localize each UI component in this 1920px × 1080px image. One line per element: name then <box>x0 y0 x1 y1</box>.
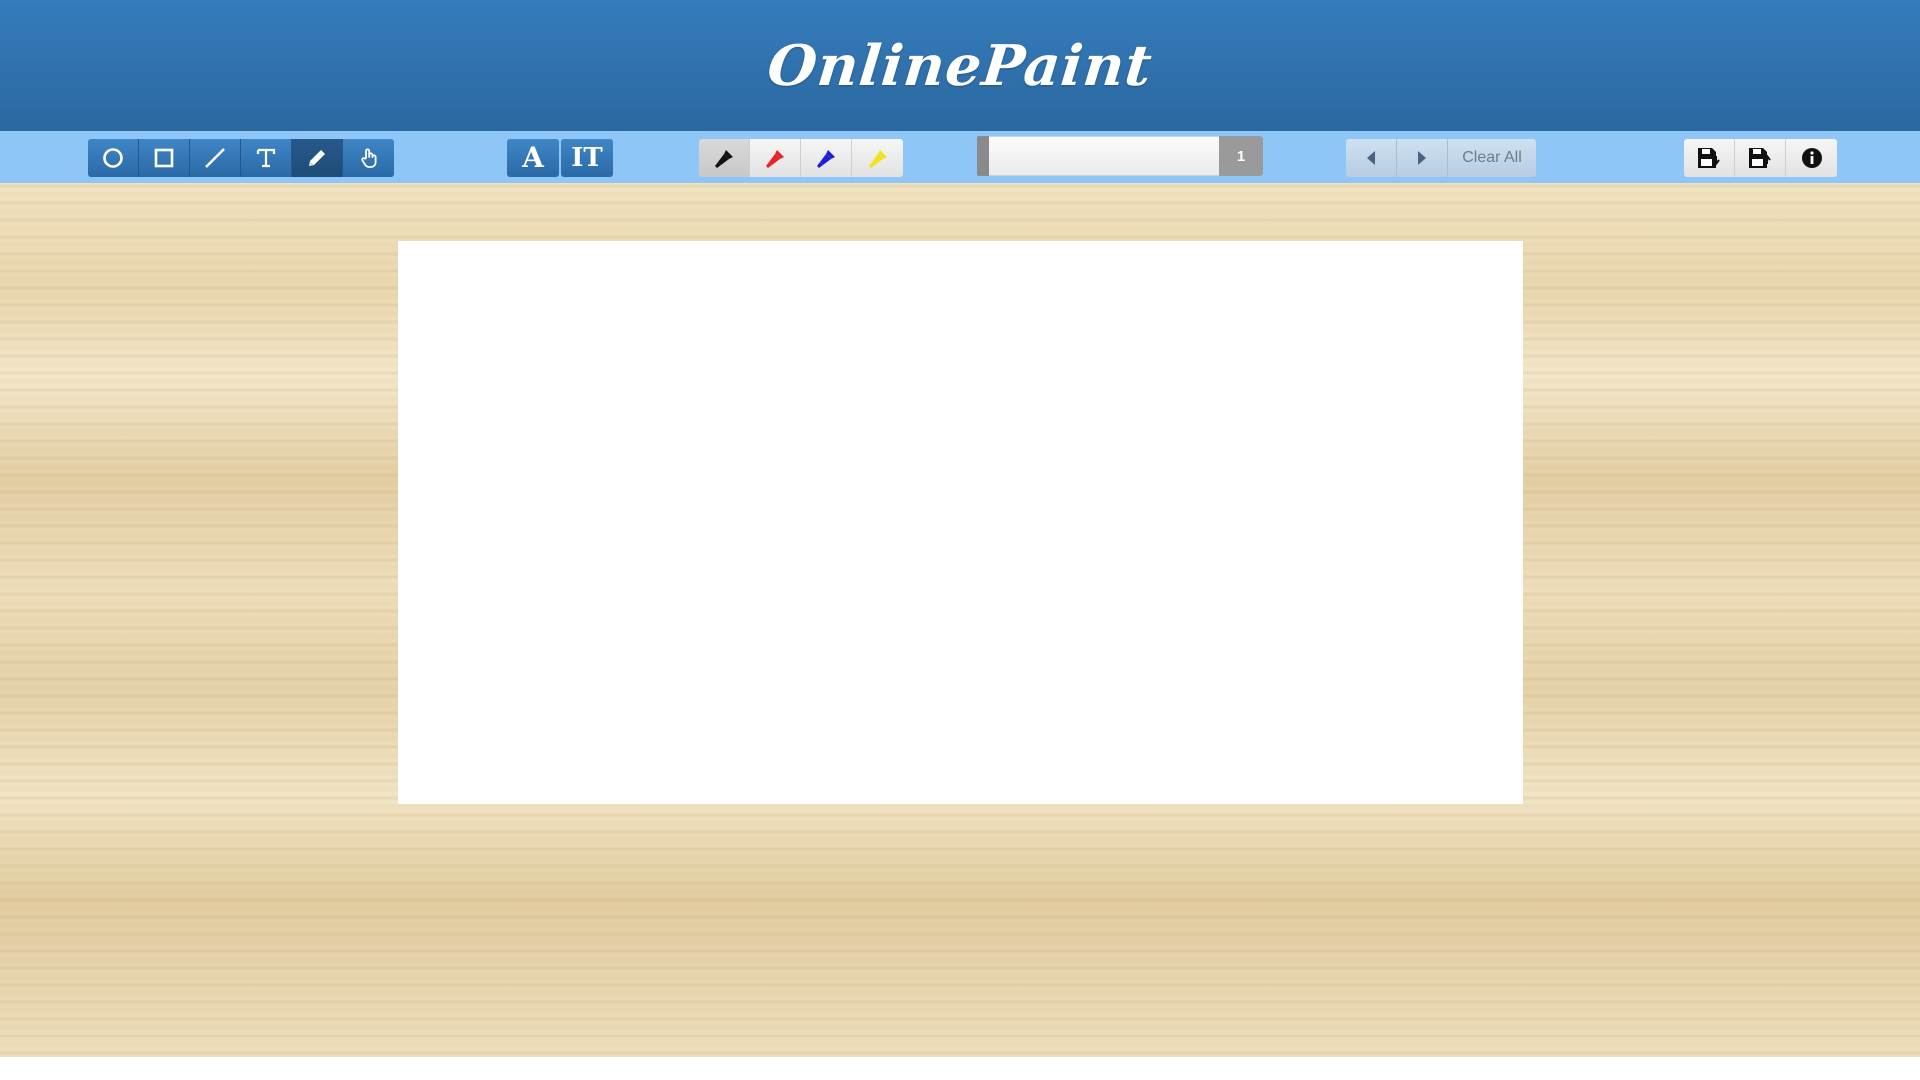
color-black-button[interactable] <box>699 139 750 177</box>
text-height-icon: IT <box>571 143 603 173</box>
save-download-button[interactable] <box>1684 139 1735 177</box>
hand-tool-button[interactable] <box>343 139 394 177</box>
shape-tool-group <box>88 139 394 177</box>
font-size-button[interactable]: IT <box>561 139 613 177</box>
info-circle-icon <box>1801 148 1822 168</box>
drawing-canvas[interactable] <box>398 241 1523 804</box>
color-yellow-button[interactable] <box>852 139 903 177</box>
circle-tool-button[interactable] <box>88 139 139 177</box>
square-icon <box>154 148 174 168</box>
workspace-background <box>0 183 1920 1057</box>
color-group <box>699 139 903 177</box>
circle-icon <box>103 148 123 168</box>
line-tool-button[interactable] <box>190 139 241 177</box>
slider-track[interactable] <box>989 136 1219 176</box>
online-paint-app: OnlinePaint A IT 1 Clear All <box>0 0 1920 1080</box>
line-icon <box>205 148 225 168</box>
info-button[interactable] <box>1786 139 1837 177</box>
paint-brush-icon <box>868 150 887 168</box>
save-upload-button[interactable] <box>1735 139 1786 177</box>
brush-size-slider[interactable]: 1 <box>977 136 1263 176</box>
paint-brush-icon <box>817 150 835 168</box>
caret-right-icon <box>1418 151 1426 165</box>
undo-button[interactable] <box>1346 139 1397 177</box>
text-icon <box>256 148 276 168</box>
save-upload-icon <box>1749 148 1771 168</box>
history-group: Clear All <box>1346 139 1536 177</box>
hand-pointer-icon <box>360 148 376 168</box>
paint-brush-icon <box>766 150 784 168</box>
text-tool-button[interactable] <box>241 139 292 177</box>
font-style-button[interactable]: A <box>507 139 559 177</box>
toolbar: A IT <box>0 131 1920 183</box>
font-tool-group: A IT <box>507 139 613 177</box>
caret-left-icon <box>1367 151 1375 165</box>
app-logo: OnlinePaint <box>764 32 1156 99</box>
color-red-button[interactable] <box>750 139 801 177</box>
save-download-icon <box>1698 148 1720 168</box>
rectangle-tool-button[interactable] <box>139 139 190 177</box>
clear-all-button[interactable]: Clear All <box>1448 139 1536 177</box>
file-group <box>1684 139 1837 177</box>
font-icon: A <box>522 141 544 174</box>
redo-button[interactable] <box>1397 139 1448 177</box>
pencil-tool-button[interactable] <box>292 139 343 177</box>
color-blue-button[interactable] <box>801 139 852 177</box>
pencil-icon <box>309 150 325 166</box>
app-header: OnlinePaint <box>0 0 1920 131</box>
slider-handle[interactable] <box>977 136 989 176</box>
paint-brush-icon <box>715 150 733 168</box>
brush-size-value: 1 <box>1219 136 1263 176</box>
